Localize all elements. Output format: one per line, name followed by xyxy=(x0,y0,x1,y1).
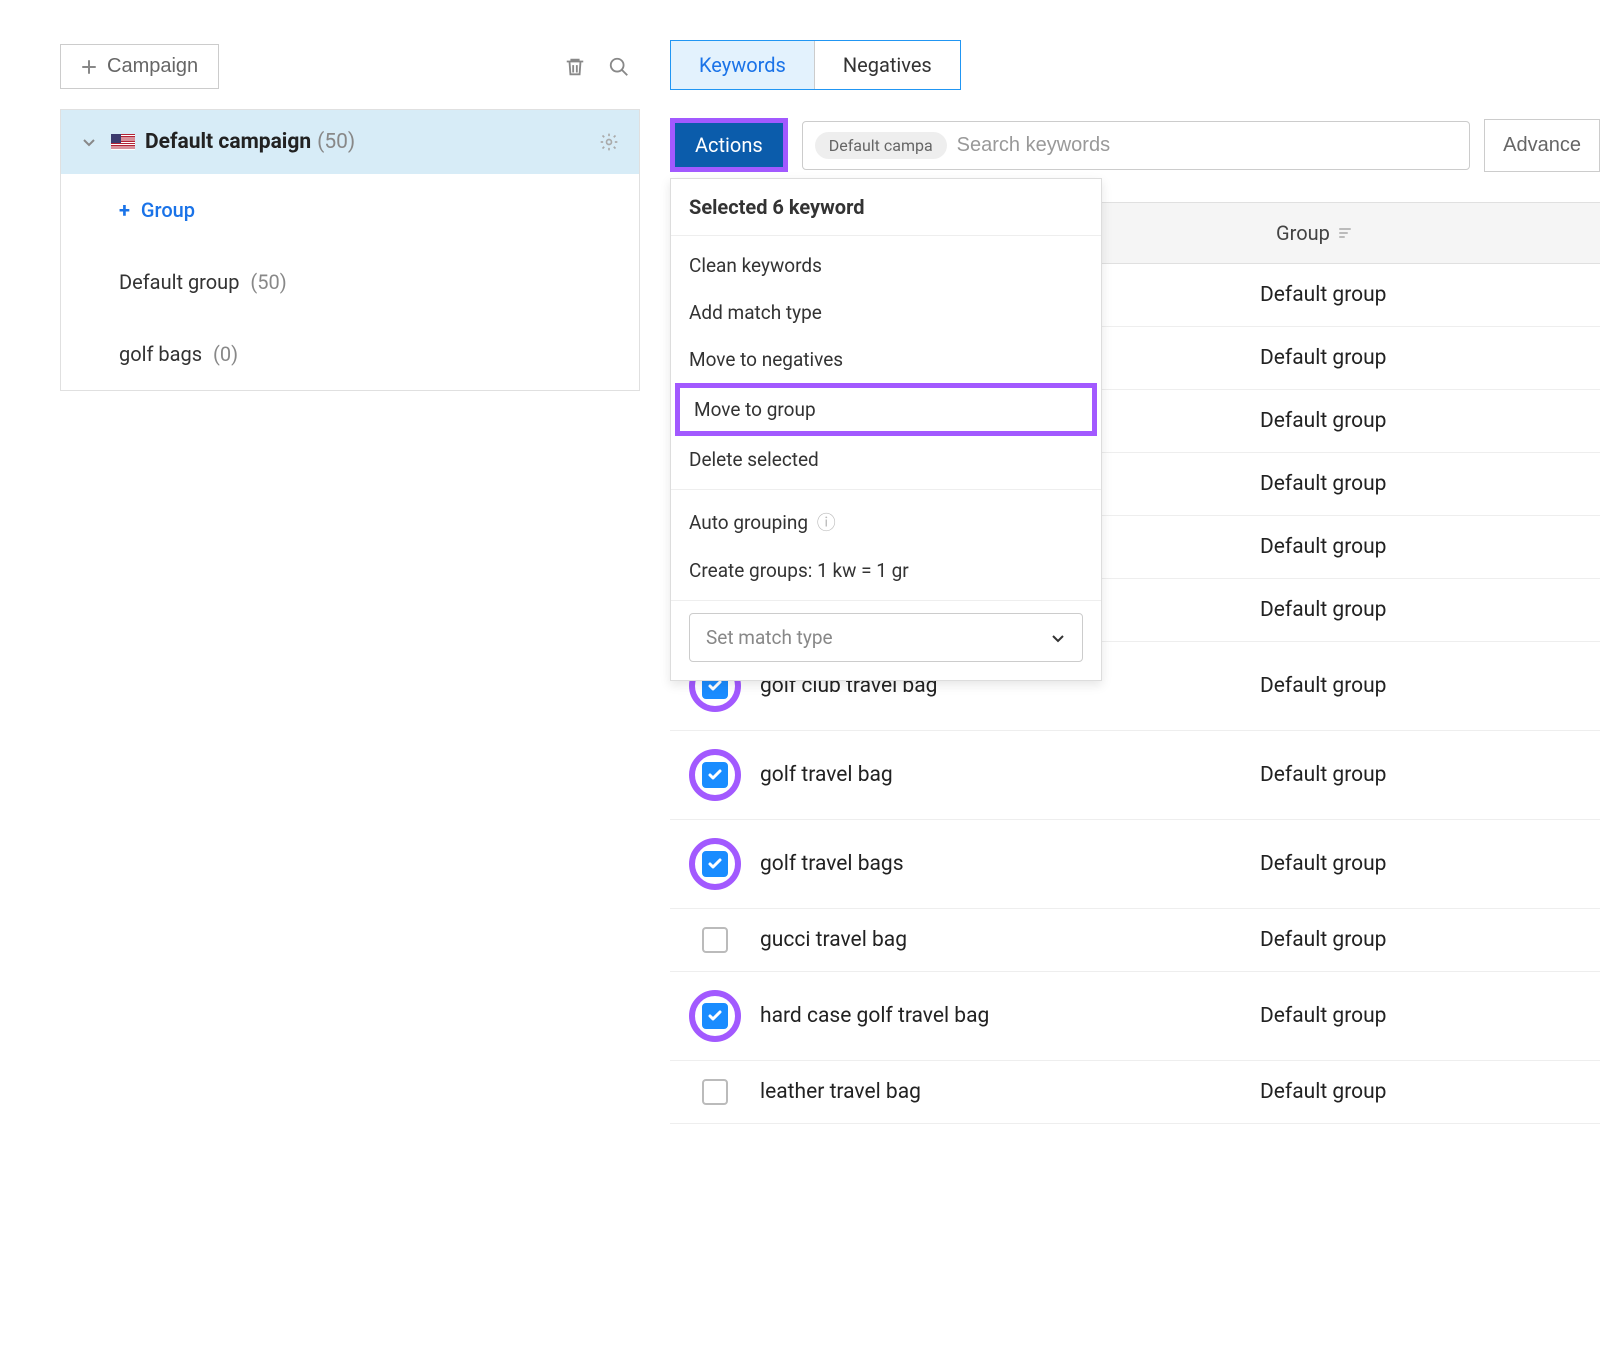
group-count: (50) xyxy=(250,270,286,294)
search-chip[interactable]: Default campa xyxy=(815,132,947,159)
tab-negatives[interactable]: Negatives xyxy=(814,41,960,89)
th-group-label: Group xyxy=(1276,221,1330,245)
action-move-to-group[interactable]: Move to group xyxy=(675,383,1097,436)
table-row: golf travel bagDefault group xyxy=(670,731,1600,820)
keyword-cell: hard case golf travel bag xyxy=(760,1004,1260,1028)
advanced-filters-button[interactable]: Advance xyxy=(1484,119,1600,172)
us-flag-icon xyxy=(111,134,135,150)
actions-dropdown: Selected 6 keyword Clean keywords Add ma… xyxy=(670,178,1102,681)
row-checkbox[interactable] xyxy=(702,1003,728,1029)
plus-icon xyxy=(81,59,97,75)
dropdown-header: Selected 6 keyword xyxy=(671,179,1101,236)
table-row: gucci travel bagDefault group xyxy=(670,909,1600,972)
sidebar-item-group[interactable]: golf bags (0) xyxy=(61,318,639,390)
info-icon: ⓘ xyxy=(817,511,836,534)
sidebar: Default campaign (50) + Group Default gr… xyxy=(60,109,640,391)
action-auto-grouping[interactable]: Auto grouping ⓘ xyxy=(671,496,1101,547)
checkbox-cell xyxy=(670,927,760,953)
sort-icon xyxy=(1338,226,1352,240)
group-cell: Default group xyxy=(1260,535,1600,559)
actions-button[interactable]: Actions xyxy=(675,123,783,167)
highlight-ring xyxy=(689,990,741,1042)
group-cell: Default group xyxy=(1260,283,1600,307)
tabs: Keywords Negatives xyxy=(670,40,961,90)
action-clean-keywords[interactable]: Clean keywords xyxy=(671,242,1101,289)
action-move-to-negatives[interactable]: Move to negatives xyxy=(671,336,1101,383)
table-row: leather travel bagDefault group xyxy=(670,1061,1600,1124)
group-label: golf bags xyxy=(119,342,202,366)
trash-icon[interactable] xyxy=(562,54,588,80)
group-count: (0) xyxy=(213,342,238,366)
campaign-row[interactable]: Default campaign (50) xyxy=(61,110,639,174)
actions-highlight: Actions xyxy=(670,118,788,172)
checkbox-cell xyxy=(670,749,760,801)
checkbox-cell xyxy=(670,1079,760,1105)
group-cell: Default group xyxy=(1260,472,1600,496)
add-campaign-label: Campaign xyxy=(107,55,198,78)
checkbox-cell xyxy=(670,990,760,1042)
row-checkbox[interactable] xyxy=(702,851,728,877)
gear-icon[interactable] xyxy=(599,132,619,152)
table-row: golf travel bagsDefault group xyxy=(670,820,1600,909)
group-cell: Default group xyxy=(1260,852,1600,876)
add-campaign-button[interactable]: Campaign xyxy=(60,44,219,89)
add-group-label: Group xyxy=(141,198,195,222)
checkbox-cell xyxy=(670,838,760,890)
group-cell: Default group xyxy=(1260,1004,1600,1028)
highlight-ring xyxy=(689,749,741,801)
row-checkbox[interactable] xyxy=(702,1079,728,1105)
table-row: hard case golf travel bagDefault group xyxy=(670,972,1600,1061)
chevron-down-icon xyxy=(1050,630,1066,646)
campaign-title: Default campaign xyxy=(145,130,311,154)
row-checkbox[interactable] xyxy=(702,927,728,953)
group-cell: Default group xyxy=(1260,409,1600,433)
action-add-match-type[interactable]: Add match type xyxy=(671,289,1101,336)
keyword-cell: golf travel bags xyxy=(760,852,1260,876)
action-create-groups[interactable]: Create groups: 1 kw = 1 gr xyxy=(671,547,1101,594)
tab-keywords[interactable]: Keywords xyxy=(671,41,814,89)
highlight-ring xyxy=(689,838,741,890)
keyword-cell: golf travel bag xyxy=(760,763,1260,787)
keyword-cell: gucci travel bag xyxy=(760,928,1260,952)
sidebar-item-group[interactable]: Default group (50) xyxy=(61,246,639,318)
row-checkbox[interactable] xyxy=(702,762,728,788)
group-cell: Default group xyxy=(1260,598,1600,622)
toolbar: Actions Default campa Advance Selected 6… xyxy=(670,118,1600,172)
group-cell: Default group xyxy=(1260,928,1600,952)
group-cell: Default group xyxy=(1260,346,1600,370)
keyword-cell: leather travel bag xyxy=(760,1080,1260,1104)
group-label: Default group xyxy=(119,270,239,294)
campaign-count: (50) xyxy=(317,130,355,154)
th-group[interactable]: Group xyxy=(1260,203,1600,263)
search-input[interactable] xyxy=(947,128,1457,163)
group-cell: Default group xyxy=(1260,763,1600,787)
plus-icon: + xyxy=(119,198,130,222)
search-box[interactable]: Default campa xyxy=(802,121,1470,170)
match-type-placeholder: Set match type xyxy=(706,626,833,649)
chevron-down-icon xyxy=(81,134,97,150)
auto-grouping-label: Auto grouping xyxy=(689,511,808,534)
match-type-select[interactable]: Set match type xyxy=(689,613,1083,662)
action-delete-selected[interactable]: Delete selected xyxy=(671,436,1101,483)
group-cell: Default group xyxy=(1260,1080,1600,1104)
add-group-button[interactable]: + Group xyxy=(61,174,639,246)
search-icon[interactable] xyxy=(606,54,632,80)
group-cell: Default group xyxy=(1260,674,1600,698)
